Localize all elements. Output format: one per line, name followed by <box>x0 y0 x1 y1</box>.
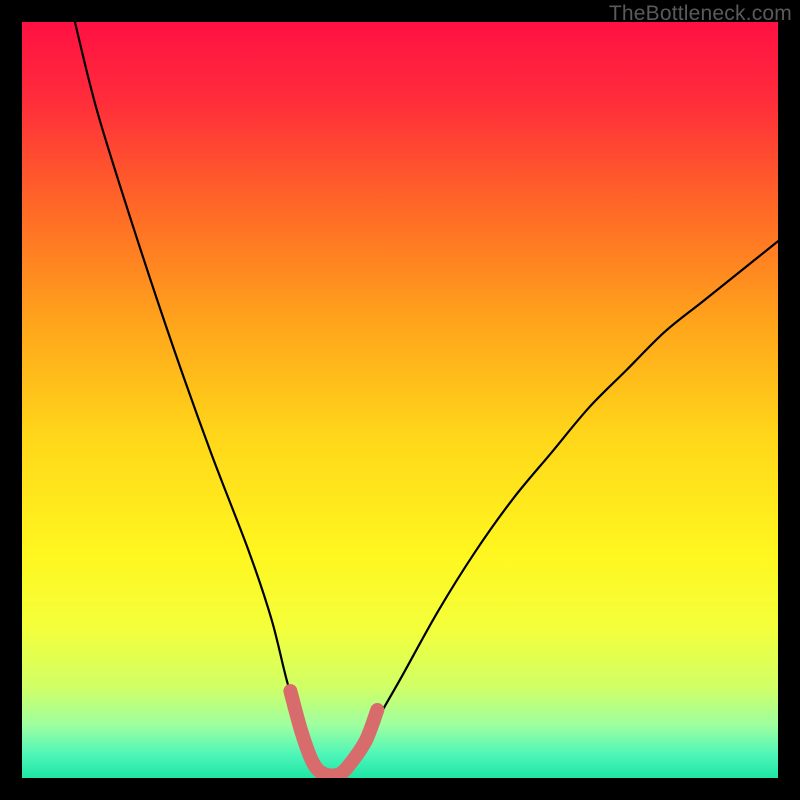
outer-frame: TheBottleneck.com <box>0 0 800 800</box>
watermark-text: TheBottleneck.com <box>609 2 792 26</box>
plot-area <box>22 22 778 778</box>
heat-gradient <box>22 22 778 778</box>
